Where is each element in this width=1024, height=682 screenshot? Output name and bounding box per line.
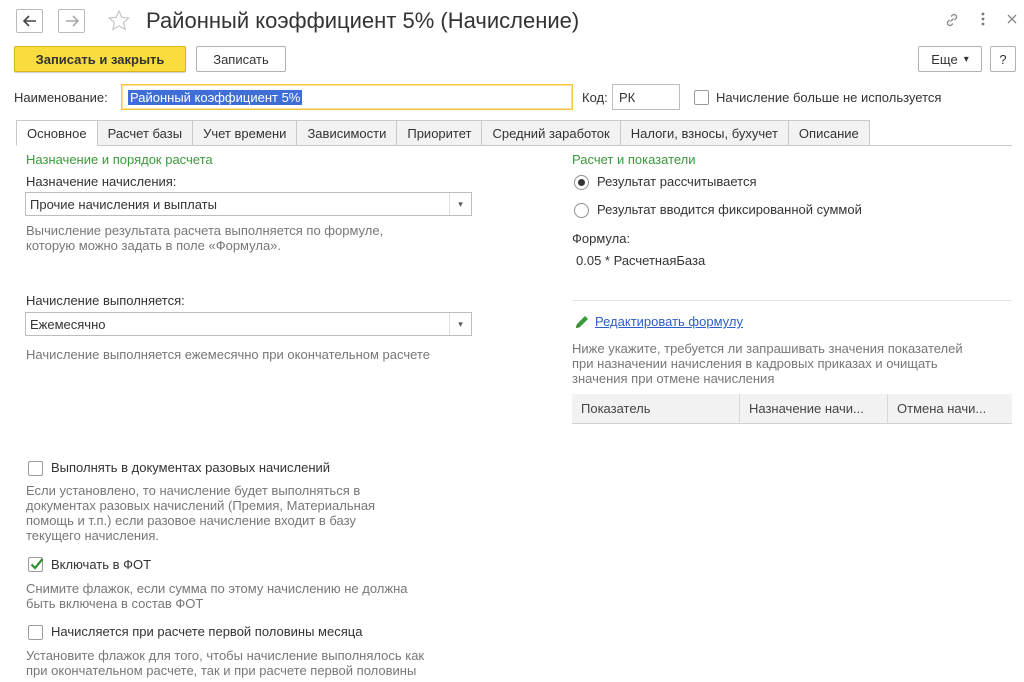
radio-fixed-label: Результат вводится фиксированной суммой (597, 202, 862, 217)
onetime-checkbox[interactable] (28, 461, 43, 476)
radio-dot (578, 179, 585, 186)
pencil-icon[interactable] (574, 314, 590, 333)
tab-description[interactable]: Описание (788, 120, 870, 146)
tab-base-calc[interactable]: Расчет базы (97, 120, 194, 146)
fot-hint-line: быть включена в состав ФОТ (26, 596, 204, 611)
period-select-value: Ежемесячно (30, 316, 106, 332)
onetime-hint-line: помощь и т.п.) если разовое начисление в… (26, 513, 356, 528)
purpose-hint-line: Вычисление результата расчета выполняетс… (26, 223, 384, 238)
period-hint: Начисление выполняется ежемесячно при ок… (26, 347, 430, 362)
forward-arrow-icon (65, 15, 79, 27)
formula-divider (572, 300, 1012, 301)
tab-main[interactable]: Основное (16, 120, 98, 146)
name-label: Наименование: (14, 90, 108, 105)
purpose-section-title: Назначение и порядок расчета (26, 152, 213, 167)
formula-value: 0.05 * РасчетнаяБаза (576, 253, 706, 268)
calc-section-title: Расчет и показатели (572, 152, 696, 167)
code-field[interactable]: РК (612, 84, 680, 110)
purpose-label: Назначение начисления: (26, 174, 177, 189)
onetime-label: Выполнять в документах разовых начислени… (51, 460, 331, 475)
indicators-hint-line: при назначении начисления в кадровых при… (572, 356, 938, 371)
code-label: Код: (582, 90, 608, 105)
more-vertical-icon[interactable] (980, 11, 986, 32)
tab-priority[interactable]: Приоритет (397, 120, 483, 146)
unused-label: Начисление больше не используется (716, 90, 942, 105)
onetime-hint: Если установлено, то начисление будет вы… (26, 483, 375, 543)
back-arrow-icon (22, 15, 37, 27)
radio-fixed[interactable] (574, 203, 589, 218)
column-header-assignment[interactable]: Назначение начи... (740, 393, 888, 424)
tab-taxes[interactable]: Налоги, взносы, бухучет (620, 120, 789, 146)
half-month-hint-line: Установите флажок для того, чтобы начисл… (26, 648, 425, 663)
purpose-select[interactable]: Прочие начисления и выплаты ▾ (25, 192, 472, 216)
indicators-hint-line: Ниже укажите, требуется ли запрашивать з… (572, 341, 963, 356)
forward-button[interactable] (58, 9, 85, 33)
half-month-hint: Установите флажок для того, чтобы начисл… (26, 648, 424, 678)
star-icon[interactable] (106, 9, 132, 36)
name-field-value: Районный коэффициент 5% (128, 89, 303, 105)
unused-checkbox[interactable] (694, 90, 709, 105)
onetime-hint-line: текущего начисления. (26, 528, 160, 543)
indicators-hint: Ниже укажите, требуется ли запрашивать з… (572, 341, 963, 386)
more-button[interactable]: Еще ▾ (918, 46, 982, 72)
onetime-hint-line: документах разовых начислений (Премия, М… (26, 498, 376, 513)
tab-average-earnings[interactable]: Средний заработок (482, 120, 621, 146)
close-icon[interactable] (1006, 12, 1018, 30)
indicators-table-header: Показатель Назначение начи... Отмена нач… (572, 393, 1012, 424)
edit-formula-link[interactable]: Редактировать формулу (595, 314, 743, 329)
purpose-hint-line: которую можно задать в поле «Формула». (26, 238, 282, 253)
half-month-label: Начисляется при расчете первой половины … (51, 624, 363, 639)
tab-dependencies[interactable]: Зависимости (297, 120, 398, 146)
tab-bar: Основное Расчет базы Учет времени Зависи… (16, 120, 870, 146)
save-button[interactable]: Записать (196, 46, 286, 72)
save-and-close-button[interactable]: Записать и закрыть (14, 46, 186, 72)
purpose-hint: Вычисление результата расчета выполняетс… (26, 223, 383, 253)
dropdown-arrow-icon[interactable]: ▾ (449, 193, 471, 215)
formula-label: Формула: (572, 231, 631, 246)
onetime-hint-line: Если установлено, то начисление будет вы… (26, 483, 361, 498)
tab-time-accounting[interactable]: Учет времени (193, 120, 298, 146)
dropdown-arrow-icon[interactable]: ▾ (449, 313, 471, 335)
column-header-indicator[interactable]: Показатель (572, 393, 740, 424)
half-month-hint-line: при окончательном расчете, так и при рас… (26, 663, 417, 678)
radio-calc[interactable] (574, 175, 589, 190)
name-field[interactable]: Районный коэффициент 5% (121, 84, 573, 110)
indicators-hint-line: значения при отмене начисления (572, 371, 775, 386)
fot-hint: Снимите флажок, если сумма по этому начи… (26, 581, 407, 611)
radio-calc-label: Результат рассчитывается (597, 174, 757, 189)
half-month-checkbox[interactable] (28, 625, 43, 640)
fot-checkbox[interactable] (28, 557, 44, 572)
page-title: Районный коэффициент 5% (Начисление) (146, 8, 580, 33)
link-icon[interactable] (944, 12, 960, 33)
purpose-select-value: Прочие начисления и выплаты (30, 196, 217, 212)
period-label: Начисление выполняется: (26, 293, 185, 308)
fot-label: Включать в ФОТ (51, 557, 152, 572)
chevron-down-icon: ▾ (963, 53, 969, 65)
more-button-label: Еще (931, 51, 958, 67)
checkmark-icon (30, 558, 44, 570)
period-select[interactable]: Ежемесячно ▾ (25, 312, 472, 336)
help-button[interactable]: ? (990, 46, 1016, 72)
fot-hint-line: Снимите флажок, если сумма по этому начи… (26, 581, 408, 596)
column-header-cancel[interactable]: Отмена начи... (888, 394, 1012, 424)
back-button[interactable] (16, 9, 43, 33)
